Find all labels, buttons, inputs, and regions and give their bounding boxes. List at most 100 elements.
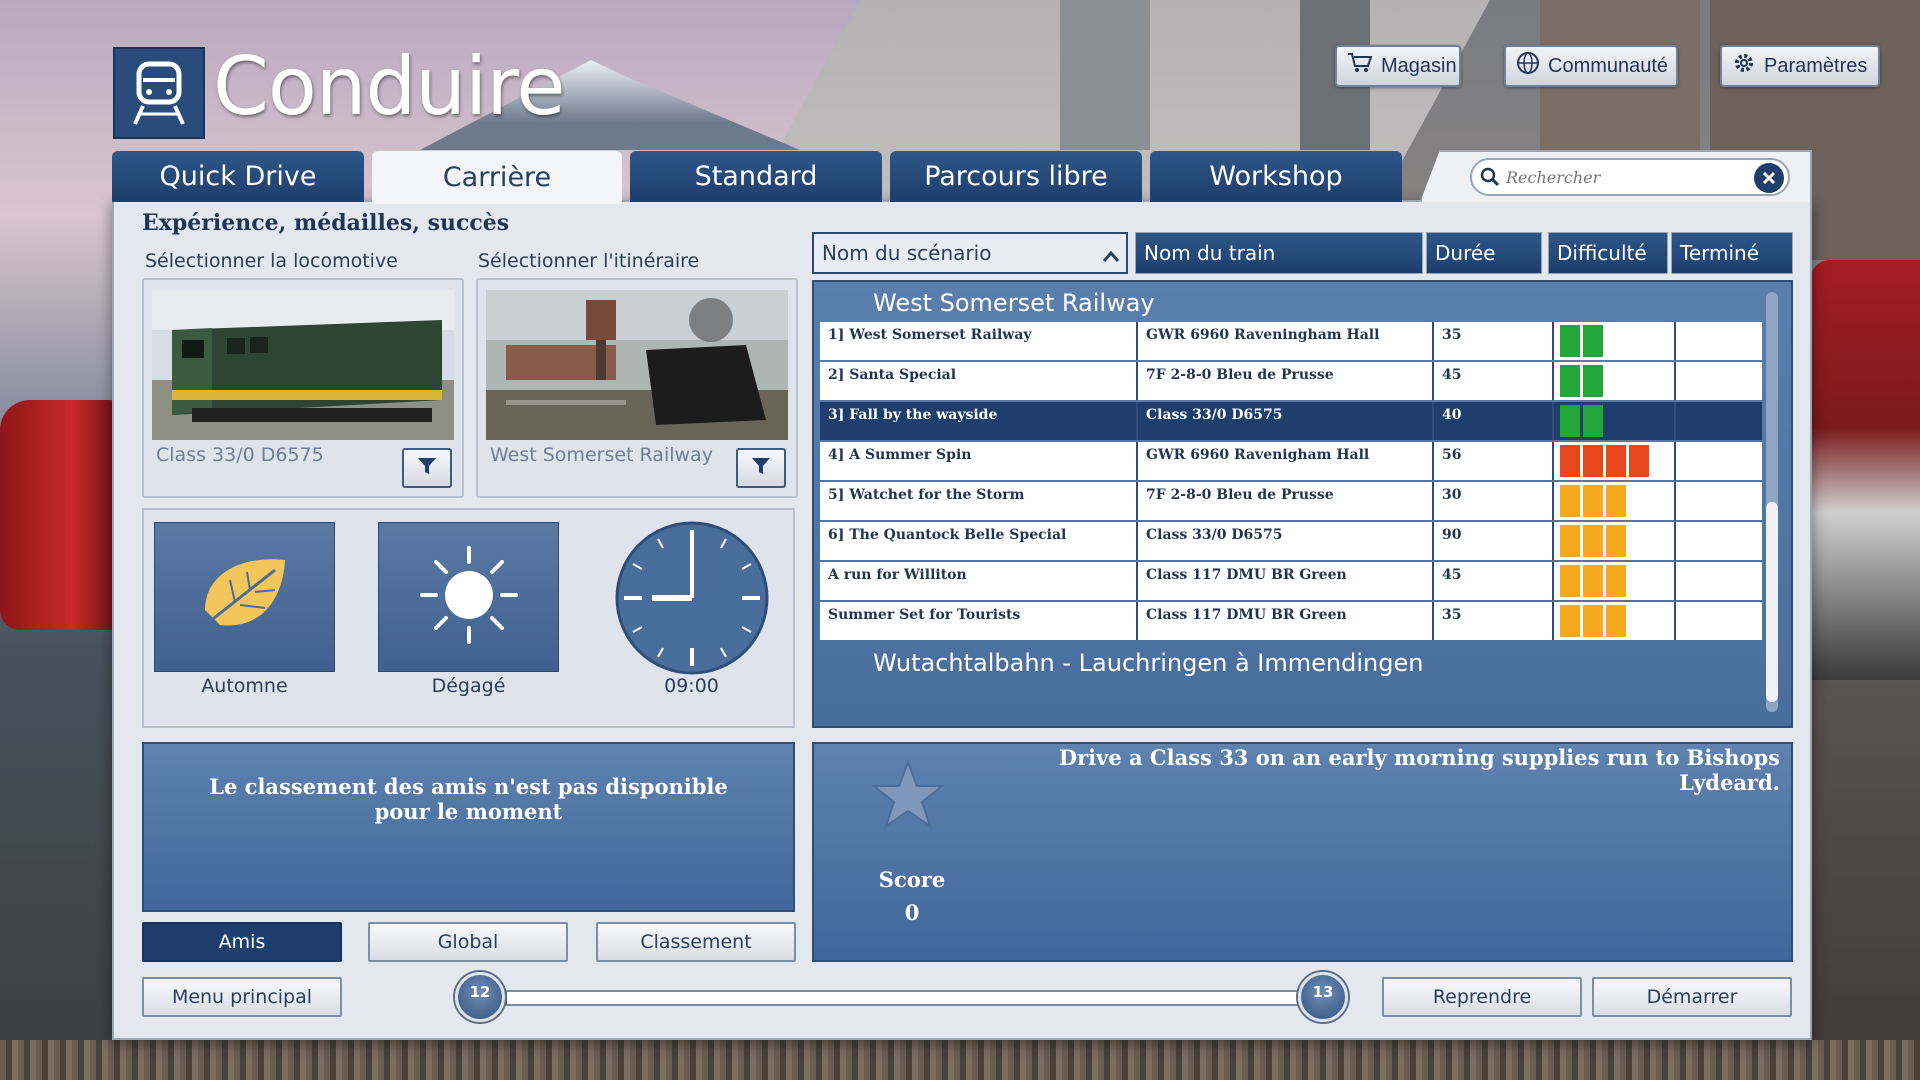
locomotive-label: Sélectionner la locomotive: [145, 250, 398, 272]
settings-button[interactable]: Paramètres: [1720, 45, 1880, 87]
background-building: [1060, 0, 1150, 150]
train-name-cell: 7F 2-8-0 Bleu de Prusse: [1138, 362, 1434, 400]
difficulty-segment: [1560, 365, 1580, 397]
difficulty-rating: [1560, 325, 1603, 357]
season-label: Automne: [201, 675, 288, 697]
locomotive-thumbnail: [152, 290, 454, 440]
scenario-list-scrollbar[interactable]: [1766, 292, 1778, 712]
gear-icon: [1732, 51, 1756, 81]
scrollbar-thumb[interactable]: [1766, 502, 1778, 702]
scenario-row[interactable]: 5] Watchet for the Storm 7F 2-8-0 Bleu de…: [820, 482, 1762, 520]
clear-search-icon[interactable]: [1754, 163, 1784, 193]
route-filter-button[interactable]: [736, 448, 786, 488]
tab-standard[interactable]: Standard: [630, 151, 882, 202]
completed-cell: [1676, 602, 1762, 640]
route-name: West Somerset Railway: [490, 444, 713, 466]
conditions-panel: Automne Dégagé 09:00: [142, 508, 795, 728]
clock-dial[interactable]: [614, 520, 770, 676]
friends-leaderboard-panel: Le classement des amis n'est pas disponi…: [142, 742, 795, 912]
column-header-completed[interactable]: Terminé: [1671, 232, 1793, 274]
ranking-button[interactable]: Classement: [596, 922, 796, 962]
filter-icon: [416, 455, 438, 481]
tab-free-roam[interactable]: Parcours libre: [890, 151, 1142, 202]
train-name-cell: Class 33/0 D6575: [1138, 402, 1434, 440]
scenario-name-cell: 3] Fall by the wayside: [820, 402, 1138, 440]
globe-icon: [1516, 51, 1540, 81]
column-header-scenario[interactable]: Nom du scénario: [812, 232, 1128, 274]
sort-ascending-icon: [1102, 244, 1120, 268]
search-icon: [1480, 167, 1500, 191]
score-label: Score: [878, 867, 946, 892]
train-icon: [113, 47, 205, 139]
scenario-row[interactable]: A run for Williton Class 117 DMU BR Green…: [820, 562, 1762, 600]
main-menu-button[interactable]: Menu principal: [142, 977, 342, 1017]
difficulty-segment: [1560, 325, 1580, 357]
filter-icon: [750, 455, 772, 481]
difficulty-cell: [1554, 482, 1676, 520]
community-button[interactable]: Communauté: [1504, 45, 1678, 87]
friends-button[interactable]: Amis: [142, 922, 342, 962]
difficulty-cell: [1554, 562, 1676, 600]
search-field[interactable]: [1470, 158, 1790, 196]
train-name-cell: Class 33/0 D6575: [1138, 522, 1434, 560]
duration-cell: 56: [1434, 442, 1554, 480]
duration-cell: 45: [1434, 362, 1554, 400]
locomotive-filter-button[interactable]: [402, 448, 452, 488]
search-input[interactable]: [1506, 164, 1736, 190]
route-selector[interactable]: West Somerset Railway: [476, 278, 798, 498]
scenario-name-cell: 4] A Summer Spin: [820, 442, 1138, 480]
weather-label: Dégagé: [431, 675, 506, 697]
train-name-cell: GWR 6960 Raveningham Hall: [1138, 322, 1434, 360]
season-tile[interactable]: [154, 522, 335, 672]
column-header-difficulty[interactable]: Difficulté: [1548, 232, 1668, 274]
difficulty-segment: [1606, 485, 1626, 517]
difficulty-cell: [1554, 442, 1676, 480]
completed-cell: [1676, 482, 1762, 520]
scenario-description: Drive a Class 33 on an early morning sup…: [1058, 745, 1780, 795]
scenario-name-cell: 5] Watchet for the Storm: [820, 482, 1138, 520]
leaderboard-message: Le classement des amis n'est pas disponi…: [209, 774, 728, 824]
route-group-title[interactable]: West Somerset Railway: [873, 289, 1155, 317]
column-header-duration[interactable]: Durée: [1426, 232, 1542, 274]
difficulty-segment: [1560, 525, 1580, 557]
shop-button[interactable]: Magasin: [1335, 45, 1461, 87]
tab-career[interactable]: Carrière: [372, 151, 622, 204]
difficulty-segment: [1583, 525, 1603, 557]
start-button[interactable]: Démarrer: [1592, 977, 1792, 1017]
scenario-row[interactable]: 3] Fall by the wayside Class 33/0 D6575 40: [820, 402, 1762, 440]
tab-quick-drive[interactable]: Quick Drive: [112, 151, 364, 202]
train-name-cell: 7F 2-8-0 Bleu de Prusse: [1138, 482, 1434, 520]
global-button[interactable]: Global: [368, 922, 568, 962]
tab-workshop[interactable]: Workshop: [1150, 151, 1402, 202]
column-header-train[interactable]: Nom du train: [1135, 232, 1423, 274]
sun-icon: [414, 540, 524, 654]
resume-button[interactable]: Reprendre: [1382, 977, 1582, 1017]
cart-icon: [1347, 52, 1373, 80]
train-name-cell: Class 117 DMU BR Green: [1138, 602, 1434, 640]
scenario-row[interactable]: Summer Set for Tourists Class 117 DMU BR …: [820, 602, 1762, 640]
difficulty-segment: [1606, 605, 1626, 637]
difficulty-rating: [1560, 565, 1626, 597]
locomotive-selector[interactable]: Class 33/0 D6575: [142, 278, 464, 498]
star-icon: [871, 758, 945, 832]
scenario-row[interactable]: 1] West Somerset Railway GWR 6960 Ravenin…: [820, 322, 1762, 360]
scenario-row[interactable]: 4] A Summer Spin GWR 6960 Ravenigham Hall…: [820, 442, 1762, 480]
difficulty-segment: [1583, 485, 1603, 517]
completed-cell: [1676, 562, 1762, 600]
difficulty-segment: [1583, 325, 1603, 357]
locomotive-name: Class 33/0 D6575: [156, 444, 324, 466]
completed-cell: [1676, 442, 1762, 480]
difficulty-rating: [1560, 605, 1626, 637]
settings-label: Paramètres: [1764, 54, 1868, 77]
weather-tile[interactable]: [378, 522, 559, 672]
background-red-train: [0, 400, 120, 630]
difficulty-segment: [1629, 445, 1649, 477]
scenario-row[interactable]: 6] The Quantock Belle Special Class 33/0 …: [820, 522, 1762, 560]
shop-label: Magasin: [1381, 54, 1457, 77]
completed-cell: [1676, 362, 1762, 400]
difficulty-segment: [1560, 405, 1580, 437]
scenario-name-cell: 1] West Somerset Railway: [820, 322, 1138, 360]
scenario-row[interactable]: 2] Santa Special 7F 2-8-0 Bleu de Prusse 4…: [820, 362, 1762, 400]
route-group-title[interactable]: Wutachtalbahn - Lauchringen à Immendinge…: [873, 649, 1423, 677]
difficulty-cell: [1554, 522, 1676, 560]
